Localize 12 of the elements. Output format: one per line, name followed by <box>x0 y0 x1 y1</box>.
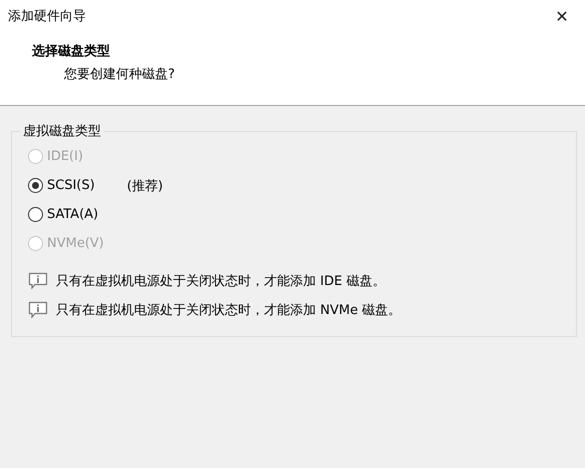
info-message-icon <box>28 300 48 318</box>
page-subtitle: 您要创建何种磁盘? <box>63 66 176 83</box>
group-title: 虚拟磁盘类型 <box>22 123 102 140</box>
window-title: 添加硬件向导 <box>8 8 86 25</box>
page-heading: 选择磁盘类型 <box>32 43 111 60</box>
recommended-note: (推荐) <box>126 178 163 194</box>
radio-option[interactable]: SCSI(S) <box>28 178 95 193</box>
info-message-icon <box>28 272 48 290</box>
close-button[interactable]: ✕ <box>539 0 585 32</box>
radio-option[interactable]: SATA(A) <box>28 207 98 222</box>
info-message: 只有在虚拟机电源处于关闭状态时，才能添加 NVMe 磁盘。 <box>56 302 402 318</box>
info-message: 只有在虚拟机电源处于关闭状态时，才能添加 IDE 磁盘。 <box>56 272 386 290</box>
